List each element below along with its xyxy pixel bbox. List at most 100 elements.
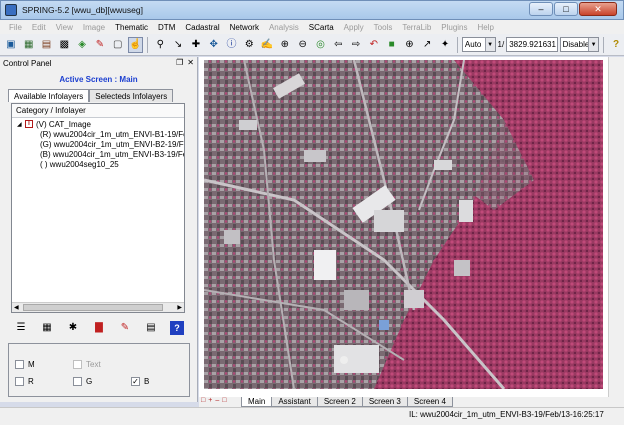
first-tab-icon[interactable]: □	[201, 397, 205, 404]
tab-main[interactable]: Main	[241, 397, 273, 407]
tree-layer-label: ( ) wwu2004seg10_25	[40, 159, 119, 169]
checkbox-g[interactable]: G	[73, 377, 92, 386]
checkbox-r[interactable]: R	[15, 377, 34, 386]
cursor-icon[interactable]: ✚	[188, 37, 204, 53]
horizontal-scrollbar[interactable]: ◀ ▶	[12, 302, 184, 312]
next-tab-icon[interactable]: □	[222, 397, 226, 404]
help-icon[interactable]: ?	[170, 321, 184, 335]
menu-thematic[interactable]: Thematic	[110, 23, 153, 32]
minimize-button[interactable]: –	[529, 2, 553, 16]
back-icon[interactable]: ⇦	[330, 37, 346, 53]
edit-icon[interactable]: ✎	[118, 321, 132, 335]
display-options-group: M Text R G ✓ B	[8, 343, 190, 397]
scrollbar-thumb[interactable]	[23, 304, 163, 311]
menu-apply[interactable]: Apply	[339, 23, 369, 32]
tree-category[interactable]: ◢ I (V) CAT_Image	[12, 119, 184, 129]
map-canvas[interactable]	[204, 60, 603, 389]
layer-icon[interactable]: ▤	[39, 37, 55, 53]
tree-layer-label: (G) wwu2004cir_1m_utm_ENVI-B2-19/Fe	[40, 139, 184, 149]
menu-dtm[interactable]: DTM	[153, 23, 180, 32]
menu-tools[interactable]: Tools	[369, 23, 398, 32]
undock-icon[interactable]: ❐	[176, 58, 183, 67]
collapse-icon[interactable]: ◢	[17, 121, 25, 128]
tab-screen-3[interactable]: Screen 3	[361, 397, 408, 407]
scroll-right-icon[interactable]: ▶	[177, 304, 182, 311]
checkbox-label: B	[144, 377, 150, 386]
add-tab-icon[interactable]: +	[208, 397, 212, 404]
checkbox-box[interactable]: ✓	[131, 377, 140, 386]
menu-edit[interactable]: Edit	[27, 23, 51, 32]
tab-available-infolayers[interactable]: Available Infolayers	[8, 89, 90, 102]
zoom-in-icon[interactable]: ⊕	[277, 37, 293, 53]
draw-icon[interactable]: ✎	[92, 37, 108, 53]
chevron-down-icon: ▼	[484, 38, 495, 51]
menu-help[interactable]: Help	[473, 23, 499, 32]
checkbox-box[interactable]	[73, 377, 82, 386]
vertical-scrollbar[interactable]	[608, 57, 624, 397]
tab-screen-2[interactable]: Screen 2	[316, 397, 363, 407]
search-icon[interactable]: ⚲	[152, 37, 168, 53]
checkbox-text[interactable]: Text	[73, 360, 101, 369]
list-icon[interactable]: ☰	[14, 321, 28, 335]
select-icon[interactable]: ↘	[170, 37, 186, 53]
checkbox-box[interactable]	[15, 377, 24, 386]
node-icon[interactable]: ✦	[437, 37, 453, 53]
zoom-mode-select[interactable]: Auto ▼	[461, 37, 496, 52]
menu-terralib[interactable]: TerraLib	[397, 23, 436, 32]
tree-layer[interactable]: (R) wwu2004cir_1m_utm_ENVI-B1-19/Fe	[12, 129, 184, 139]
help-icon[interactable]: ?	[608, 37, 624, 53]
menu-file[interactable]: File	[4, 23, 27, 32]
checkbox-box[interactable]	[73, 360, 82, 369]
close-icon[interactable]: ✕	[187, 58, 194, 67]
tab-assistant[interactable]: Assistant	[271, 397, 318, 407]
tree-layer[interactable]: (G) wwu2004cir_1m_utm_ENVI-B2-19/Fe	[12, 139, 184, 149]
measure-icon[interactable]: ⚙	[241, 37, 257, 53]
pan-icon[interactable]: ✥	[206, 37, 222, 53]
window-controls: – □ ✕	[529, 2, 617, 16]
display-icon[interactable]: ■	[384, 37, 400, 53]
pen-icon[interactable]: ✍	[259, 37, 275, 53]
tree-layer[interactable]: (B) wwu2004cir_1m_utm_ENVI-B3-19/Fe	[12, 149, 184, 159]
info-icon[interactable]: ⓘ	[224, 37, 240, 53]
menu-scarta[interactable]: SCarta	[304, 23, 339, 32]
zoom-menu-icon[interactable]: ⊕	[402, 37, 418, 53]
tab-screen-4[interactable]: Screen 4	[406, 397, 453, 407]
menu-image[interactable]: Image	[78, 23, 110, 32]
undo-icon[interactable]: ↶	[366, 37, 382, 53]
chevron-down-icon: ▼	[588, 38, 599, 51]
chart-icon[interactable]: ▇	[92, 321, 106, 335]
vector-icon[interactable]: ↗	[419, 37, 435, 53]
checkbox-b[interactable]: ✓ B	[131, 377, 149, 386]
close-button[interactable]: ✕	[579, 2, 617, 16]
scale-input[interactable]: 3829.921631	[506, 37, 558, 52]
database-icon[interactable]: ▣	[3, 37, 19, 53]
forward-icon[interactable]: ⇨	[348, 37, 364, 53]
menu-bar: File Edit View Image Thematic DTM Cadast…	[0, 20, 624, 34]
menu-plugins[interactable]: Plugins	[436, 23, 472, 32]
table-icon[interactable]: ▤	[144, 321, 158, 335]
menu-analysis[interactable]: Analysis	[264, 23, 304, 32]
mode-select[interactable]: Disable ▼	[559, 37, 600, 52]
menu-cadastral[interactable]: Cadastral	[180, 23, 224, 32]
scarta-icon[interactable]: ▢	[110, 37, 126, 53]
pointer-mode-icon[interactable]: ☝	[127, 36, 144, 53]
remove-tab-icon[interactable]: –	[215, 397, 219, 404]
scroll-left-icon[interactable]: ◀	[14, 304, 19, 311]
mode-select-value: Disable	[562, 40, 590, 49]
checkbox-m[interactable]: M	[15, 360, 35, 369]
wand-icon[interactable]: ✱	[66, 321, 80, 335]
menu-network[interactable]: Network	[225, 23, 264, 32]
infolayer-tree: Category / Infolayer ◢ I (V) CAT_Image (…	[11, 103, 185, 313]
zoom-area-icon[interactable]: ◎	[313, 37, 329, 53]
properties-icon[interactable]: ▦	[40, 321, 54, 335]
tab-selecteds-infolayers[interactable]: Selecteds Infolayers	[89, 89, 174, 102]
tab-nav: □ + – □	[201, 397, 226, 404]
edit-layer-icon[interactable]: ◈	[74, 37, 90, 53]
project-icon[interactable]: ▦	[21, 37, 37, 53]
maximize-button[interactable]: □	[554, 2, 578, 16]
grid-icon[interactable]: ▩	[56, 37, 72, 53]
tree-layer[interactable]: ( ) wwu2004seg10_25	[12, 159, 184, 169]
zoom-out-icon[interactable]: ⊖	[295, 37, 311, 53]
checkbox-box[interactable]	[15, 360, 24, 369]
menu-view[interactable]: View	[51, 23, 78, 32]
